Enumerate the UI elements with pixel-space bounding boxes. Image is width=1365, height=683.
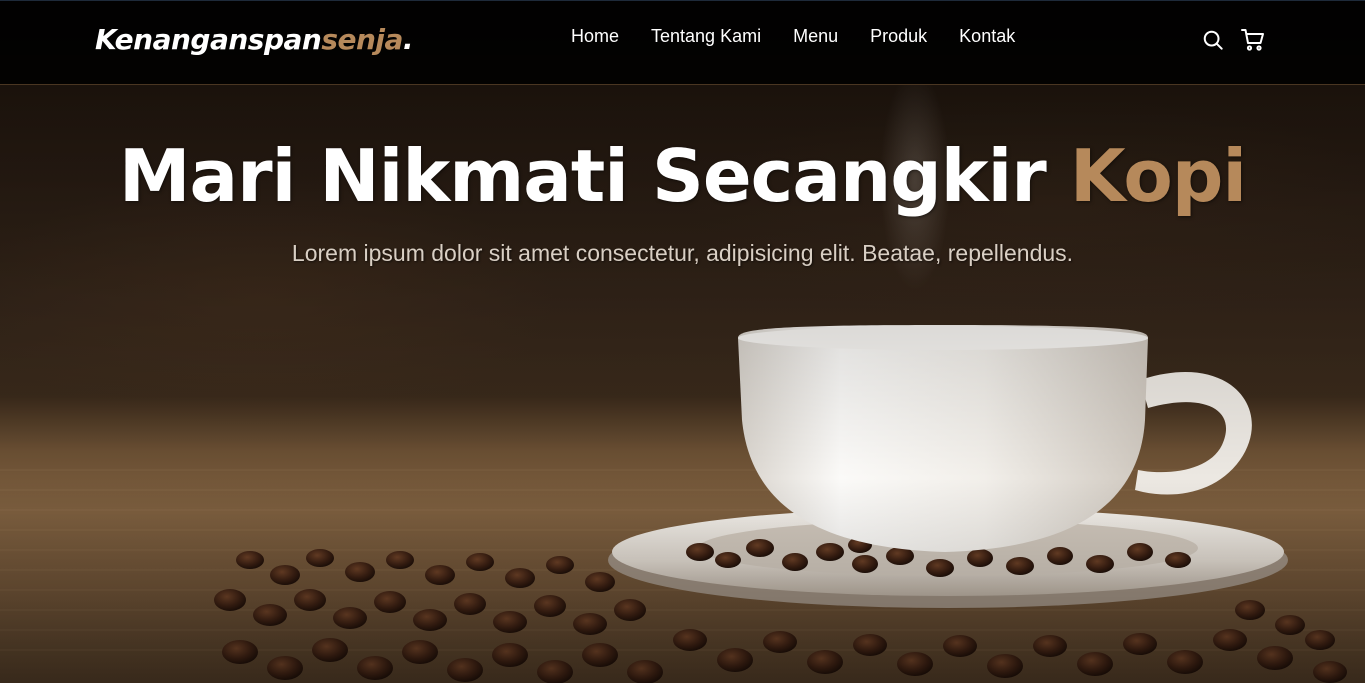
search-icon [1203, 30, 1223, 50]
navbar: Kenanganspansenja. Home Tentang Kami Men… [0, 0, 1365, 85]
hero-title: Mari Nikmati Secangkir Kopi [0, 134, 1365, 218]
shopping-cart-icon [1241, 29, 1264, 51]
main-nav: Home Tentang Kami Menu Produk Kontak [571, 26, 1015, 47]
nav-home[interactable]: Home [571, 26, 619, 47]
hero-title-accent: Kopi [1069, 134, 1247, 218]
nav-kontak[interactable]: Kontak [959, 26, 1015, 47]
landing-page: Kenanganspansenja. Home Tentang Kami Men… [0, 0, 1365, 683]
nav-produk[interactable]: Produk [870, 26, 927, 47]
nav-menu[interactable]: Menu [793, 26, 838, 47]
search-button[interactable] [1200, 27, 1226, 53]
hero-title-main: Mari Nikmati Secangkir [118, 134, 1070, 218]
hero-section [0, 0, 1365, 683]
logo-dot: . [402, 23, 414, 56]
cart-button[interactable] [1240, 27, 1266, 53]
logo-main-text: Kenanganspan [95, 23, 322, 56]
hero-coffee-image [0, 70, 1365, 683]
hero-subtitle: Lorem ipsum dolor sit amet consectetur, … [291, 240, 1074, 266]
brand-logo[interactable]: Kenanganspansenja. [95, 23, 414, 56]
logo-accent-text: senja [321, 23, 403, 56]
nav-tentang-kami[interactable]: Tentang Kami [651, 26, 761, 47]
